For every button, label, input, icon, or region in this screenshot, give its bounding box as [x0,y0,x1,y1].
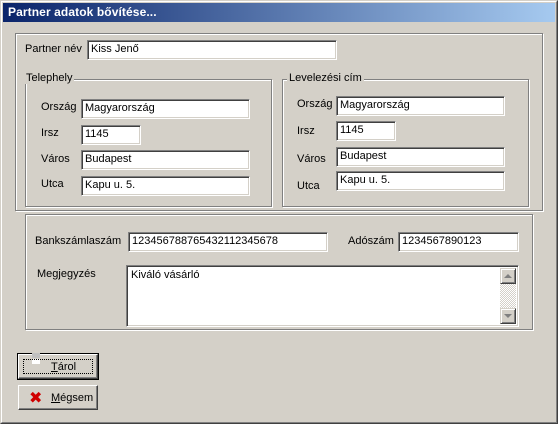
bankszamla-field[interactable]: 123456788765432112345678 [128,232,328,252]
telephely-irsz-field[interactable]: 1145 [81,125,141,145]
levelezesi-varos-label: Város [297,153,326,165]
levelezesi-group-label: Levelezési cím [287,72,364,84]
scroll-up-button[interactable] [500,268,516,284]
adoszam-field[interactable]: 1234567890123 [398,232,519,252]
tarol-button[interactable]: Tárol [17,353,99,380]
telephely-irsz-label: Irsz [41,127,59,139]
levelezesi-irsz-label: Irsz [297,125,315,137]
partner-name-field[interactable]: Kiss Jenő [87,40,337,60]
telephely-orszag-label: Ország [41,101,77,113]
telephely-utca-field[interactable]: Kapu u. 5. [81,176,250,196]
arrow-up-icon [504,274,512,278]
bankszamla-label: Bankszámlaszám [35,235,122,247]
scroll-down-button[interactable] [500,308,516,324]
levelezesi-orszag-field[interactable]: Magyarország [336,96,505,116]
levelezesi-utca-field[interactable]: Kapu u. 5. [336,171,505,191]
tarol-button-label: Tárol [51,360,77,373]
telephely-orszag-field[interactable]: Magyarország [81,99,250,119]
levelezesi-irsz-field[interactable]: 1145 [336,121,396,141]
megjegyzes-textarea[interactable]: Kiváló vásárló [126,265,519,327]
title-bar[interactable]: Partner adatok bővítése... [3,3,555,22]
arrow-down-icon [504,314,512,318]
megjegyzes-text: Kiváló vásárló [131,269,200,281]
window-title: Partner adatok bővítése... [8,5,157,19]
megjegyzes-label: Megjegyzés [37,268,96,280]
telephely-group-label: Telephely [24,72,75,84]
adoszam-label: Adószám [348,235,394,247]
telephely-utca-label: Utca [41,178,64,190]
telephely-varos-label: Város [41,153,70,165]
dialog-window: Partner adatok bővítése... Partner név K… [0,0,558,424]
levelezesi-utca-label: Utca [297,180,320,192]
floppy-disk-icon [29,359,45,375]
megsem-button[interactable]: ✖ Mégsem [18,385,98,410]
partner-name-label: Partner név [25,43,82,55]
levelezesi-varos-field[interactable]: Budapest [336,147,505,167]
levelezesi-orszag-label: Ország [297,98,333,110]
telephely-varos-field[interactable]: Budapest [81,150,250,170]
megjegyzes-scrollbar[interactable] [500,268,516,324]
red-x-icon: ✖ [29,387,43,407]
megsem-button-label: Mégsem [51,391,94,404]
